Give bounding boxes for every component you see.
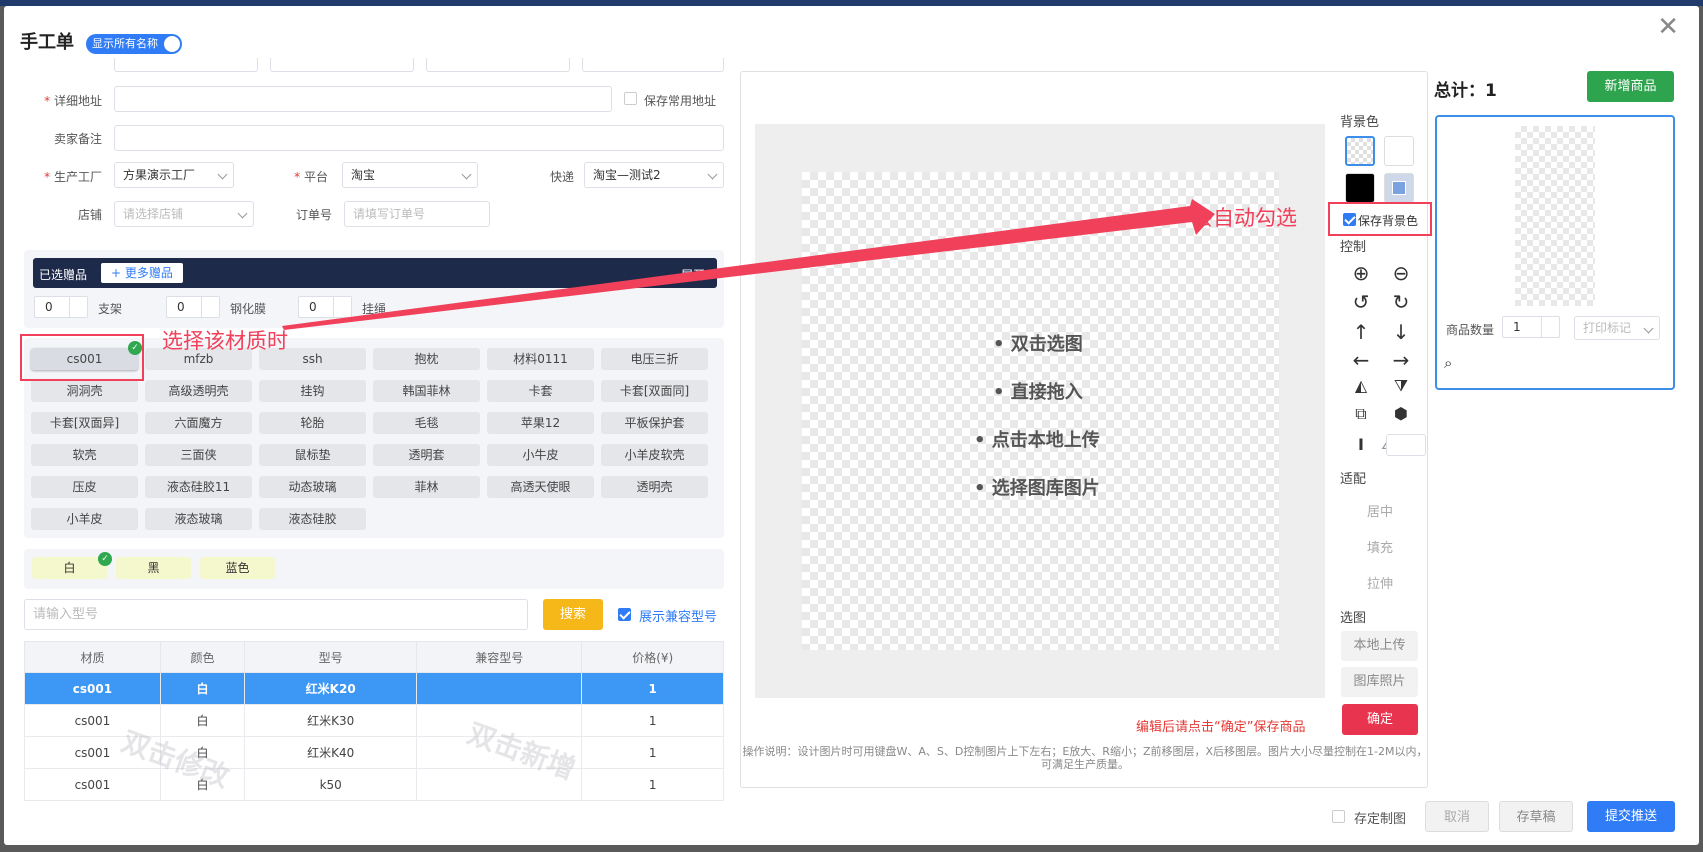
annotation-arrow — [282, 199, 1215, 330]
annotation-box-save-bg — [1328, 202, 1432, 236]
annotation-auto-check: 会自动勾选 — [1192, 206, 1297, 230]
annotation-select-material: 选择该材质时 — [162, 329, 288, 353]
annotation-box-material — [20, 334, 144, 381]
